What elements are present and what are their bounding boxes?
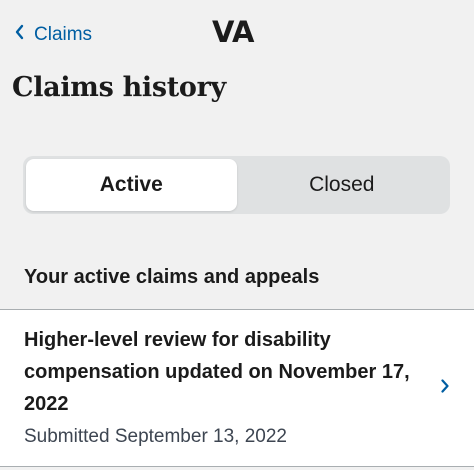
tab-active[interactable]: Active [26,159,237,211]
chevron-left-icon [14,24,34,46]
back-to-claims-link[interactable]: Claims [14,24,92,46]
claims-list: Higher-level review for disability compe… [0,309,474,467]
chevron-right-icon [440,378,450,399]
section-heading: Your active claims and appeals [24,266,320,288]
top-navigation-bar: Claims VA [0,0,474,70]
claim-submitted-date: Submitted September 13, 2022 [24,426,288,447]
claims-status-segmented-control: Active Closed [23,156,450,214]
tab-closed[interactable]: Closed [237,159,448,211]
claim-title: Higher-level review for disability compe… [24,329,410,415]
back-link-label: Claims [34,24,93,45]
claim-list-item[interactable]: Higher-level review for disability compe… [0,310,474,466]
page-title: Claims history [12,72,226,103]
va-logo: VA [212,15,254,49]
